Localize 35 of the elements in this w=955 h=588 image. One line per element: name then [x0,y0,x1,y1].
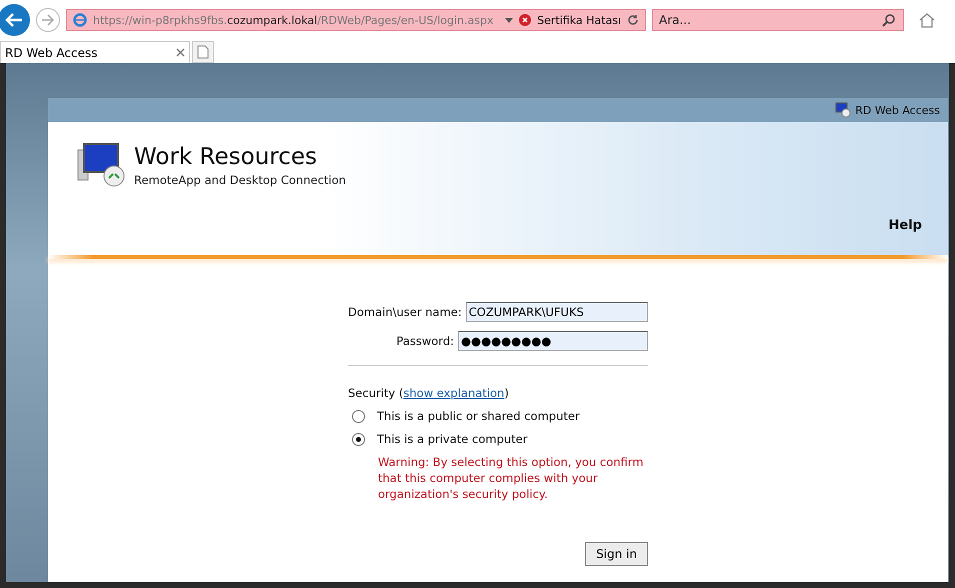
remote-desktop-icon [76,142,126,188]
home-icon[interactable] [918,12,936,28]
dropdown-icon[interactable] [505,18,514,22]
forward-arrow-icon [41,14,55,26]
help-link[interactable]: Help [888,218,922,233]
new-tab-button[interactable] [192,41,214,63]
radio-button[interactable] [352,432,365,446]
address-bar[interactable]: https://win-p8rpkhs9fbs.cozumpark.lokal/RDWeb/Pages/en-US/login.aspx Sertifika Hatası [66,9,646,31]
error-icon[interactable] [519,14,532,26]
sign-in-button[interactable]: Sign in [585,542,648,566]
field-label: Password: [396,334,454,348]
search-field[interactable]: Ara... [652,9,904,31]
top-bar-label: RD Web Access [855,104,940,116]
refresh-icon[interactable] [627,14,639,26]
close-icon[interactable] [176,48,185,57]
url-text: https://win-p8rpkhs9fbs.cozumpark.lokal/RDWeb/Pages/en-US/login.aspx [93,14,494,26]
certificate-error-text[interactable]: Sertifika Hatası [537,14,621,26]
search-icon[interactable] [882,13,896,27]
back-arrow-icon [5,13,23,27]
remote-desktop-icon [835,102,852,118]
security-label: Security (show explanation) [348,386,510,400]
page-title: Work Resources [134,144,318,170]
explanation-link[interactable]: show explanation [403,386,504,400]
input-field[interactable]: COZUMPARK\UFUKS [466,302,648,322]
option-label: This is a private computer [377,432,528,446]
page-subtitle: RemoteApp and Desktop Connection [134,172,346,186]
browser-icon [73,13,87,27]
warning-text: Warning: By selecting this option, you confirm that this computer complies with your organization's security policy. [378,454,644,502]
field-label: Domain\user name: [348,304,462,318]
option-label: This is a public or shared computer [377,409,580,423]
radio-button[interactable] [352,410,365,422]
page-icon [197,45,209,59]
back-button[interactable] [0,4,30,36]
input-field[interactable]: ●●●●●●●●● [458,330,648,350]
browser-tab[interactable]: RD Web Access [0,41,190,63]
